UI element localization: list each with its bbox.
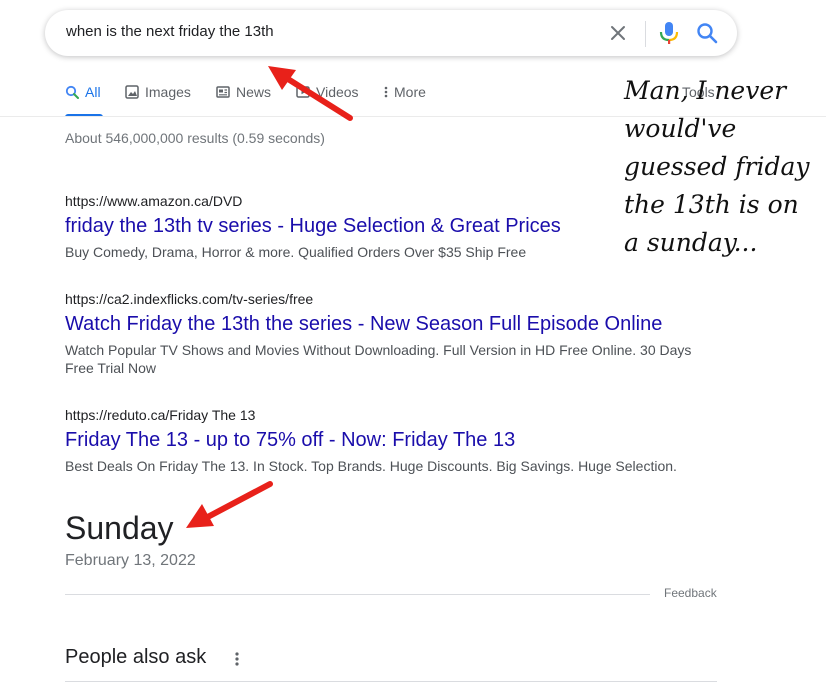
ad-description: Watch Popular TV Shows and Movies Withou… (65, 342, 692, 376)
people-also-ask-divider (65, 681, 717, 682)
search-icon[interactable] (696, 22, 718, 44)
red-arrow-icon (186, 481, 273, 528)
news-icon (216, 86, 230, 98)
tab-label: All (85, 84, 101, 100)
close-icon[interactable] (608, 23, 628, 43)
ad-result: https://reduto.ca/Friday The 13 Friday T… (65, 406, 715, 475)
search-icon (65, 85, 79, 99)
tab-label: Images (145, 84, 191, 100)
search-box-divider (645, 21, 646, 47)
ad-description: Best Deals On Friday The 13. In Stock. T… (65, 458, 677, 474)
tab-more[interactable]: More (384, 84, 426, 100)
answer-day: Sunday (65, 510, 174, 546)
ad-url[interactable]: https://ca2.indexflicks.com/tv-series/fr… (65, 290, 715, 308)
red-arrow-icon (268, 66, 353, 121)
ad-title-link[interactable]: friday the 13th tv series - Huge Selecti… (65, 213, 715, 239)
ad-url[interactable]: https://www.amazon.ca/DVD (65, 192, 715, 210)
search-box[interactable] (45, 10, 737, 56)
search-input[interactable] (66, 23, 586, 40)
ad-description: Buy Comedy, Drama, Horror & more. Qualif… (65, 244, 527, 260)
tab-images[interactable]: Images (125, 84, 191, 100)
answer-divider (65, 594, 650, 595)
more-vert-icon[interactable] (232, 650, 242, 668)
image-icon (125, 85, 139, 99)
annotation-text: Man, I never would've guessed friday the… (624, 76, 810, 257)
ad-title-link[interactable]: Friday The 13 - up to 75% off - Now: Fri… (65, 427, 715, 453)
answer-date: February 13, 2022 (65, 552, 196, 569)
tab-label: More (394, 84, 426, 100)
ad-url[interactable]: https://reduto.ca/Friday The 13 (65, 406, 715, 424)
microphone-icon[interactable] (658, 21, 680, 45)
people-also-ask-heading: People also ask (65, 646, 207, 668)
ad-result: https://www.amazon.ca/DVD friday the 13t… (65, 192, 715, 261)
feedback-link[interactable]: Feedback (664, 586, 717, 600)
ad-result: https://ca2.indexflicks.com/tv-series/fr… (65, 290, 715, 377)
tab-all[interactable]: All (65, 84, 101, 100)
ad-title-link[interactable]: Watch Friday the 13th the series - New S… (65, 311, 715, 337)
more-vert-icon (384, 86, 388, 98)
result-stats: About 546,000,000 results (0.59 seconds) (65, 130, 325, 146)
